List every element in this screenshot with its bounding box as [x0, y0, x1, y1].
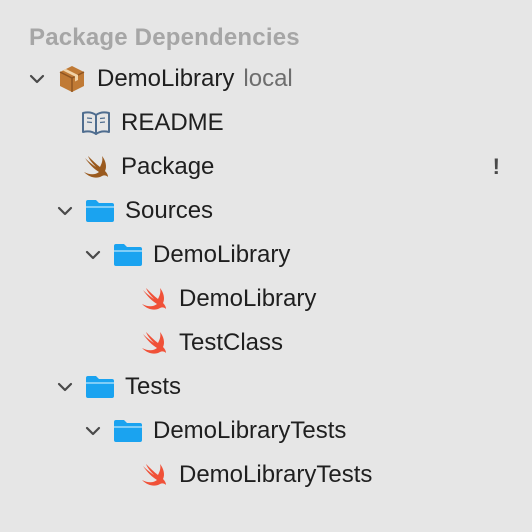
book-icon: [80, 107, 112, 139]
package-icon: [56, 63, 88, 95]
folder-icon: [84, 195, 116, 227]
tree-row-label: DemoLibrary: [179, 285, 317, 312]
tree-row-label: DemoLibraryTests: [179, 461, 373, 488]
tree-row-testclass-swift-file[interactable]: TestClass: [0, 321, 532, 365]
chevron-down-icon[interactable]: [82, 244, 104, 266]
tree-row-package-manifest[interactable]: Package !: [0, 145, 532, 189]
folder-icon: [112, 415, 144, 447]
tree-row-label: DemoLibrary: [97, 65, 235, 92]
tree-row-readme[interactable]: README: [0, 101, 532, 145]
local-tag: local: [243, 65, 293, 92]
swift-icon: [138, 283, 170, 315]
tree-row-package-demolibrary[interactable]: DemoLibrary local: [0, 57, 532, 101]
folder-icon: [112, 239, 144, 271]
chevron-down-icon[interactable]: [26, 68, 48, 90]
tree-row-demolibrarytests-folder[interactable]: DemoLibraryTests: [0, 409, 532, 453]
tree-row-label: DemoLibraryTests: [153, 417, 347, 444]
folder-icon: [84, 371, 116, 403]
chevron-down-icon[interactable]: [54, 200, 76, 222]
chevron-down-icon[interactable]: [82, 420, 104, 442]
tree-row-demolibrarytests-swift-file[interactable]: DemoLibraryTests: [0, 453, 532, 497]
tree-row-label: Tests: [125, 373, 182, 400]
warning-badge[interactable]: !: [493, 154, 500, 180]
tree-row-label: README: [121, 109, 224, 136]
tree-row-sources-folder[interactable]: Sources: [0, 189, 532, 233]
swift-icon: [80, 151, 112, 183]
tree-row-demolibrary-folder[interactable]: DemoLibrary: [0, 233, 532, 277]
swift-icon: [138, 327, 170, 359]
chevron-down-icon[interactable]: [54, 376, 76, 398]
tree-row-demolibrary-swift-file[interactable]: DemoLibrary: [0, 277, 532, 321]
tree-row-label: DemoLibrary: [153, 241, 291, 268]
tree-row-label: Sources: [125, 197, 214, 224]
swift-icon: [138, 459, 170, 491]
tree-row-tests-folder[interactable]: Tests: [0, 365, 532, 409]
tree-row-label: Package: [121, 153, 215, 180]
section-header-package-dependencies: Package Dependencies: [29, 24, 300, 51]
tree-row-label: TestClass: [179, 329, 284, 356]
